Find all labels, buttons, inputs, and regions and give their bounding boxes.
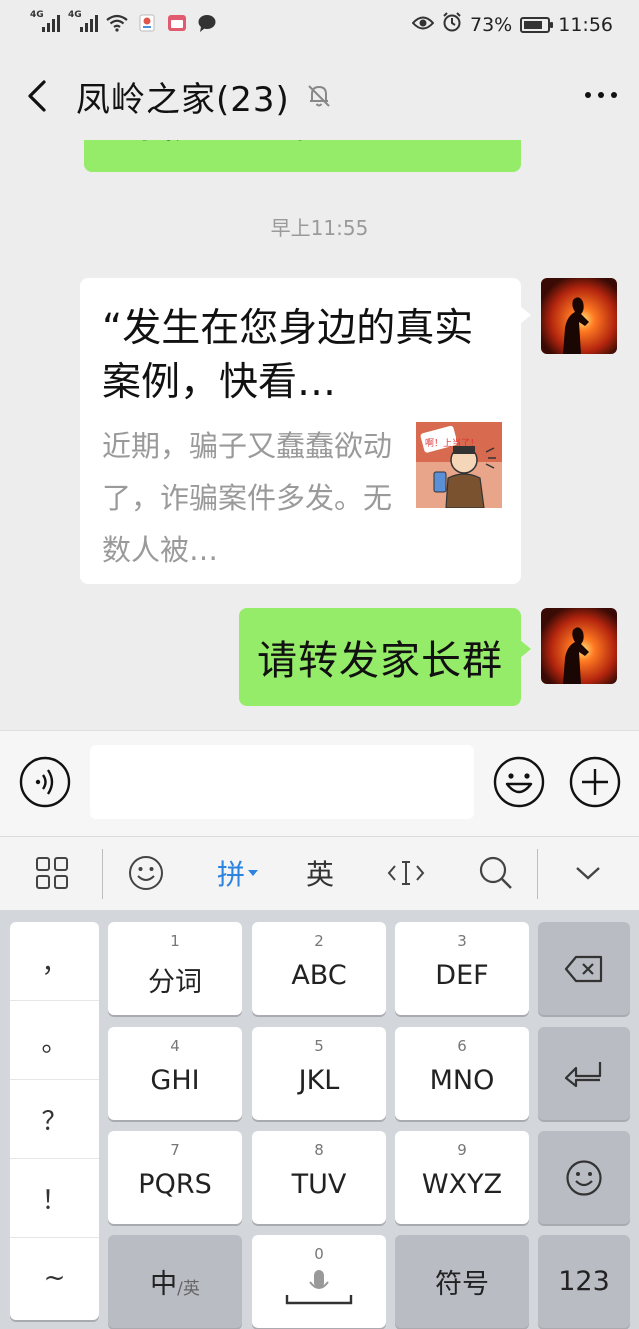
shared-link-card[interactable]: “发生在您身边的真实案例，快看… 近期，骗子又蠢蠢欲动了，诈骗案件多发。无数人被… bbox=[80, 278, 531, 584]
cursor-move-icon[interactable] bbox=[384, 853, 428, 893]
enter-key[interactable] bbox=[538, 1027, 630, 1120]
key-label: GHI bbox=[150, 1065, 200, 1096]
enter-icon bbox=[538, 1027, 630, 1120]
chat-title: 凤岭之家(23) bbox=[76, 80, 290, 120]
keyboard-toolbar: 拼 英 bbox=[0, 836, 639, 910]
key-2[interactable]: 2 ABC bbox=[252, 922, 386, 1015]
english-label: 英 bbox=[305, 858, 334, 891]
key-5[interactable]: 5 JKL bbox=[252, 1027, 386, 1120]
key-label: TUV bbox=[291, 1169, 347, 1200]
chinese-english-switch-key[interactable]: 中/英 bbox=[108, 1235, 242, 1328]
microphone-icon bbox=[252, 1235, 386, 1328]
caret-down-icon bbox=[248, 870, 258, 876]
key-label: WXYZ bbox=[421, 1169, 503, 1200]
key-4[interactable]: 4 GHI bbox=[108, 1027, 242, 1120]
message-text: 到我身去上米 bbox=[102, 140, 318, 148]
key-1[interactable]: 1 分词 bbox=[108, 922, 242, 1015]
key-number: 3 bbox=[457, 932, 467, 950]
battery-percent: 73% bbox=[470, 13, 513, 36]
key-6[interactable]: 6 MNO bbox=[395, 1027, 529, 1120]
wifi-icon bbox=[106, 12, 128, 34]
battery-icon bbox=[520, 16, 554, 33]
key-number: 5 bbox=[314, 1037, 324, 1055]
english-mode-tab[interactable]: 英 bbox=[298, 853, 342, 893]
symbols-key[interactable]: 符号 bbox=[395, 1235, 529, 1328]
message-input-bar bbox=[0, 730, 639, 836]
numbers-label: 123 bbox=[558, 1266, 610, 1297]
message-bubble[interactable]: 请转发家长群 bbox=[239, 608, 531, 706]
link-card-title: “发生在您身边的真实案例，快看… bbox=[102, 306, 474, 405]
key-label: JKL bbox=[298, 1065, 340, 1096]
backspace-key[interactable] bbox=[538, 922, 630, 1015]
pinyin-mode-tab[interactable]: 拼 bbox=[208, 853, 268, 893]
chat-header: 凤岭之家(23) bbox=[0, 52, 639, 140]
punct-tilde-key[interactable]: ~ bbox=[10, 1238, 99, 1317]
alarm-icon bbox=[442, 12, 462, 37]
plus-icon[interactable] bbox=[569, 756, 621, 808]
emoji-face-icon[interactable] bbox=[124, 853, 168, 893]
message-text: 请转发家长群 bbox=[257, 638, 503, 684]
pinyin-label: 拼 bbox=[216, 858, 245, 891]
clock-time: 11:56 bbox=[558, 13, 613, 36]
grid-menu-icon[interactable] bbox=[30, 853, 74, 893]
message-input[interactable] bbox=[90, 745, 474, 819]
backspace-icon bbox=[538, 922, 630, 1015]
key-7[interactable]: 7 PQRS bbox=[108, 1131, 242, 1224]
punct-comma-key[interactable]: ， bbox=[10, 922, 99, 1001]
key-label: PQRS bbox=[138, 1169, 212, 1200]
symbols-label: 符号 bbox=[435, 1269, 489, 1300]
emoji-icon[interactable] bbox=[493, 756, 545, 808]
voice-input-icon[interactable] bbox=[19, 756, 71, 808]
status-bar: 4G 4G 73% 11:56 bbox=[0, 0, 639, 52]
signal-icon: 4G bbox=[68, 10, 98, 34]
eye-comfort-icon bbox=[411, 14, 435, 36]
key-label: 分词 bbox=[148, 967, 202, 998]
key-label: DEF bbox=[435, 960, 489, 991]
space-key[interactable]: 0 bbox=[252, 1235, 386, 1328]
key-number: 7 bbox=[170, 1141, 180, 1159]
punct-exclaim-key[interactable]: ！ bbox=[10, 1159, 99, 1238]
punct-question-key[interactable]: ？ bbox=[10, 1080, 99, 1159]
mute-bell-icon bbox=[305, 82, 333, 110]
toolbar-divider bbox=[102, 849, 103, 899]
chat-area[interactable]: 到我身去上米 早上11:55 “发生在您身边的真实案例，快看… 近期，骗子又蠢蠢… bbox=[0, 140, 639, 730]
t9-keyboard: ， 。 ？ ！ ~ 1 分词 2 ABC 3 DEF 4 GHI 5 JKL 6… bbox=[0, 910, 639, 1329]
punctuation-column[interactable]: ， 。 ？ ！ ~ bbox=[10, 922, 99, 1320]
switch-label: 中/英 bbox=[108, 1235, 242, 1328]
link-card-thumbnail: 啊！上当了！ bbox=[416, 422, 502, 509]
key-9[interactable]: 9 WXYZ bbox=[395, 1131, 529, 1224]
emoji-key[interactable] bbox=[538, 1131, 630, 1224]
avatar[interactable] bbox=[541, 608, 617, 684]
link-card-description: 近期，骗子又蠢蠢欲动了，诈骗案件多发。无数人被… bbox=[102, 429, 393, 567]
calendar-app-icon bbox=[166, 12, 188, 34]
key-number: 6 bbox=[457, 1037, 467, 1055]
key-number: 8 bbox=[314, 1141, 324, 1159]
punct-period-key[interactable]: 。 bbox=[10, 1001, 99, 1080]
switch-sub-label: /英 bbox=[177, 1279, 200, 1299]
key-number: 9 bbox=[457, 1141, 467, 1159]
signal-icon: 4G bbox=[30, 10, 60, 34]
key-8[interactable]: 8 TUV bbox=[252, 1131, 386, 1224]
more-options-icon[interactable] bbox=[585, 92, 617, 98]
smiley-icon bbox=[538, 1131, 630, 1224]
key-label: ABC bbox=[291, 960, 347, 991]
key-number: 1 bbox=[170, 932, 180, 950]
key-number: 4 bbox=[170, 1037, 180, 1055]
key-number: 2 bbox=[314, 932, 324, 950]
chat-bubble-icon bbox=[196, 12, 218, 34]
toolbar-divider bbox=[537, 849, 538, 899]
back-arrow-icon[interactable] bbox=[20, 76, 56, 116]
message-timestamp: 早上11:55 bbox=[270, 216, 369, 240]
key-3[interactable]: 3 DEF bbox=[395, 922, 529, 1015]
message-bubble-partial[interactable]: 到我身去上米 bbox=[84, 140, 521, 172]
key-label: MNO bbox=[429, 1065, 495, 1096]
avatar[interactable] bbox=[541, 278, 617, 354]
switch-main-label: 中 bbox=[150, 1269, 178, 1300]
collapse-keyboard-icon[interactable] bbox=[566, 853, 610, 893]
numbers-key[interactable]: 123 bbox=[538, 1235, 630, 1328]
map-pin-icon bbox=[136, 12, 158, 34]
search-icon[interactable] bbox=[474, 853, 518, 893]
